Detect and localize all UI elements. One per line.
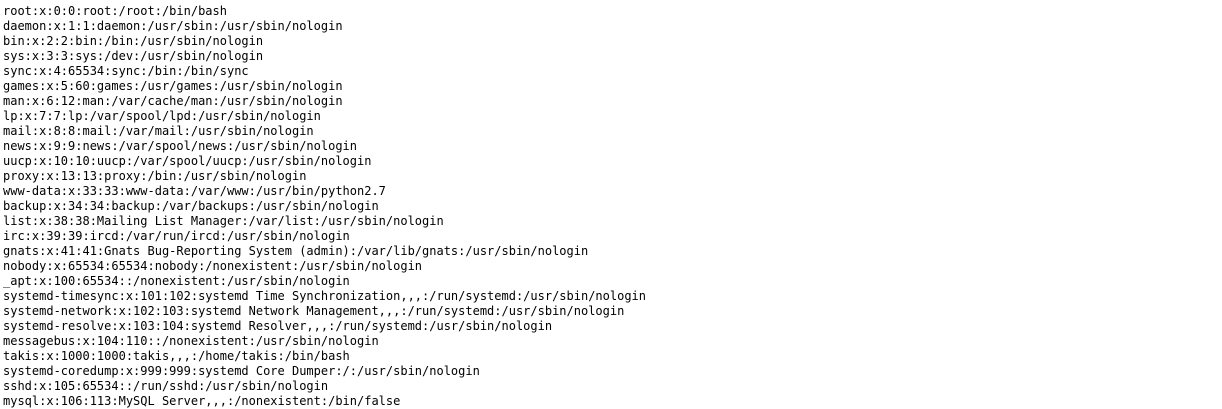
text-line: sshd:x:105:65534::/run/sshd:/usr/sbin/no… — [3, 379, 329, 393]
text-line: uucp:x:10:10:uucp:/var/spool/uucp:/usr/s… — [3, 154, 372, 168]
text-line: systemd-timesync:x:101:102:systemd Time … — [3, 289, 646, 303]
text-line: gnats:x:41:41:Gnats Bug-Reporting System… — [3, 244, 589, 258]
text-line: systemd-resolve:x:103:104:systemd Resolv… — [3, 319, 553, 333]
text-line: systemd-coredump:x:999:999:systemd Core … — [3, 364, 480, 378]
text-line: games:x:5:60:games:/usr/games:/usr/sbin/… — [3, 79, 343, 93]
text-line: man:x:6:12:man:/var/cache/man:/usr/sbin/… — [3, 94, 343, 108]
file-content: root:x:0:0:root:/root:/bin/bash daemon:x:… — [3, 4, 1222, 409]
text-line: nobody:x:65534:65534:nobody:/nonexistent… — [3, 259, 423, 273]
text-line: list:x:38:38:Mailing List Manager:/var/l… — [3, 214, 444, 228]
text-line: www-data:x:33:33:www-data:/var/www:/usr/… — [3, 184, 386, 198]
text-line: _apt:x:100:65534::/nonexistent:/usr/sbin… — [3, 274, 350, 288]
text-line: bin:x:2:2:bin:/bin:/usr/sbin/nologin — [3, 34, 264, 48]
text-line: irc:x:39:39:ircd:/var/run/ircd:/usr/sbin… — [3, 229, 350, 243]
text-line: daemon:x:1:1:daemon:/usr/sbin:/usr/sbin/… — [3, 19, 343, 33]
text-line: root:x:0:0:root:/root:/bin/bash — [3, 4, 227, 18]
text-line: news:x:9:9:news:/var/spool/news:/usr/sbi… — [3, 139, 358, 153]
text-line: backup:x:34:34:backup:/var/backups:/usr/… — [3, 199, 379, 213]
text-line: systemd-network:x:102:103:systemd Networ… — [3, 304, 625, 318]
text-line: proxy:x:13:13:proxy:/bin:/usr/sbin/nolog… — [3, 169, 307, 183]
text-line: sync:x:4:65534:sync:/bin:/bin/sync — [3, 64, 249, 78]
text-line: sys:x:3:3:sys:/dev:/usr/sbin/nologin — [3, 49, 264, 63]
plain-text-viewer: root:x:0:0:root:/root:/bin/bash daemon:x:… — [0, 0, 1222, 409]
text-line: lp:x:7:7:lp:/var/spool/lpd:/usr/sbin/nol… — [3, 109, 321, 123]
text-line: takis:x:1000:1000:takis,,,:/home/takis:/… — [3, 349, 350, 363]
text-line: messagebus:x:104:110::/nonexistent:/usr/… — [3, 334, 379, 348]
text-line: mail:x:8:8:mail:/var/mail:/usr/sbin/nolo… — [3, 124, 314, 138]
